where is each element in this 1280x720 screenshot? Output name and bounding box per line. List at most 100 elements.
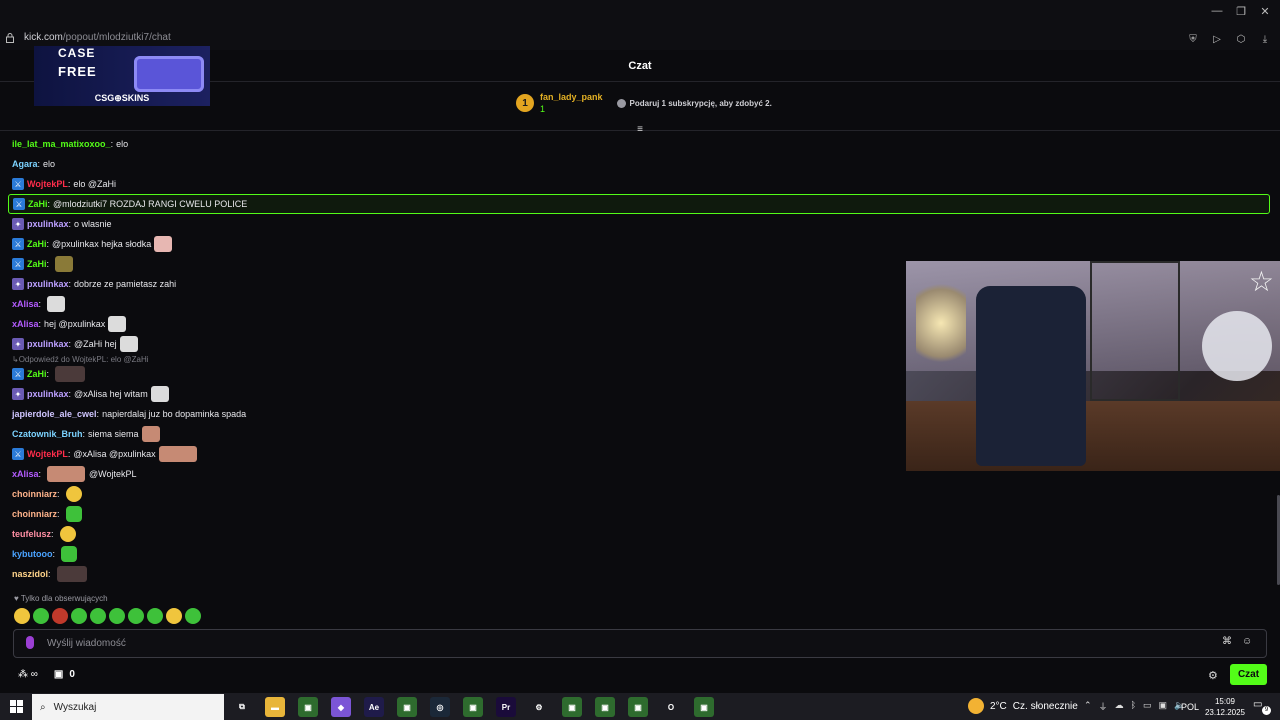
shield-icon[interactable]: ⛨ xyxy=(1186,32,1200,46)
chat-username[interactable]: WojtekPL xyxy=(27,179,68,189)
close-icon[interactable]: ✕ xyxy=(1258,4,1272,18)
settings-app-icon[interactable]: ⚙ xyxy=(529,697,549,717)
settings-gear-icon[interactable]: ⚙ xyxy=(1208,669,1218,682)
after-effects-app-icon[interactable]: Ae xyxy=(364,697,384,717)
send-chat-button[interactable]: Czat xyxy=(1230,664,1267,685)
chat-username[interactable]: ile_lat_ma_matixoxoo_ xyxy=(12,139,111,149)
moderator-badge-icon[interactable]: ⚔ xyxy=(12,178,24,190)
language-indicator[interactable]: POL xyxy=(1181,702,1199,712)
url-bar[interactable]: kick.com/popout/mlodziutki7/chat xyxy=(24,32,171,43)
ad-banner[interactable]: CASE FREE CSG⊕SKINS xyxy=(34,46,210,106)
quick-emote-icon[interactable] xyxy=(166,608,182,624)
network-icon[interactable]: ▣ xyxy=(1158,700,1167,713)
emote-icon[interactable] xyxy=(158,446,197,462)
bluetooth-icon[interactable]: ᛒ xyxy=(1131,700,1136,713)
chat-username[interactable]: choinniarz xyxy=(12,509,57,519)
app-app-icon[interactable]: ▣ xyxy=(562,697,582,717)
chat-username[interactable]: Czatownik_Bruh xyxy=(12,429,83,439)
weather-widget[interactable]: 2°C Cz. słonecznie xyxy=(968,698,1078,714)
moderator-badge-icon[interactable]: ⚔ xyxy=(13,198,25,210)
quick-emote-icon[interactable] xyxy=(185,608,201,624)
usb-icon[interactable]: ⏚ xyxy=(1099,700,1108,713)
quick-emote-icon[interactable] xyxy=(33,608,49,624)
opera-app-icon[interactable]: O xyxy=(661,697,681,717)
quick-emote-icon[interactable] xyxy=(128,608,144,624)
emote-icon[interactable] xyxy=(56,566,87,582)
gift-sub-prompt[interactable]: Podaruj 1 subskrypcję, aby zdobyć 2. xyxy=(616,98,772,108)
windows-start-icon[interactable] xyxy=(10,700,23,713)
emote-icon[interactable] xyxy=(141,426,160,442)
subscriber-badge-icon[interactable]: ✦ xyxy=(12,388,24,400)
quick-emote-icon[interactable] xyxy=(52,608,68,624)
app-app-icon[interactable]: ▣ xyxy=(397,697,417,717)
extensions-icon[interactable]: ⬡ xyxy=(1234,32,1248,46)
app-app-icon[interactable]: ▣ xyxy=(628,697,648,717)
task-view-app-icon[interactable]: ⧉ xyxy=(232,697,252,717)
battery-icon[interactable]: ▭ xyxy=(1143,700,1152,713)
minimize-icon[interactable]: — xyxy=(1210,4,1224,18)
moderator-badge-icon[interactable]: ⚔ xyxy=(12,258,24,270)
chat-username[interactable]: pxulinkax xyxy=(27,389,69,399)
chat-username[interactable]: WojtekPL xyxy=(27,449,68,459)
app-app-icon[interactable]: ▣ xyxy=(298,697,318,717)
chevron-up-icon[interactable]: ⌃ xyxy=(1084,700,1092,713)
obsidian-app-icon[interactable]: ◆ xyxy=(331,697,351,717)
chat-username[interactable]: ZaHi xyxy=(27,369,47,379)
infinity-icon[interactable]: ⁂ ∞ xyxy=(18,669,38,680)
chat-username[interactable]: pxulinkax xyxy=(27,339,69,349)
emote-icon[interactable] xyxy=(55,366,86,382)
quick-emote-icon[interactable] xyxy=(71,608,87,624)
emote-icon[interactable] xyxy=(47,466,86,482)
quick-emote-icon[interactable] xyxy=(14,608,30,624)
chat-username[interactable]: pxulinkax xyxy=(27,279,69,289)
emoji-icon[interactable]: ☺ xyxy=(1242,636,1252,647)
subscriber-badge-icon[interactable]: ✦ xyxy=(12,278,24,290)
app-app-icon[interactable]: ▣ xyxy=(694,697,714,717)
emote-icon[interactable] xyxy=(154,236,173,252)
taskbar-search[interactable]: ⌕ Wyszukaj xyxy=(32,694,224,720)
chat-username[interactable]: ZaHi xyxy=(27,239,47,249)
app-app-icon[interactable]: ▣ xyxy=(595,697,615,717)
stream-video-overlay[interactable]: ☆ xyxy=(906,261,1280,471)
emote-icon[interactable] xyxy=(59,526,76,542)
chat-message-input[interactable] xyxy=(47,636,1207,650)
taskbar-clock[interactable]: 15:09 23.12.2025 xyxy=(1200,696,1250,718)
subscriber-badge-icon[interactable]: ✦ xyxy=(12,338,24,350)
emote-icon[interactable] xyxy=(65,486,82,502)
notification-icon[interactable]: ▭ 9 xyxy=(1253,699,1271,715)
microphone-icon[interactable] xyxy=(26,636,34,649)
quick-emote-icon[interactable] xyxy=(147,608,163,624)
chat-username[interactable]: xAlisa xyxy=(12,319,39,329)
chat-username[interactable]: ZaHi xyxy=(27,259,47,269)
chat-username[interactable]: teufelusz xyxy=(12,529,51,539)
cloud-icon[interactable]: ☁ xyxy=(1115,700,1124,713)
play-icon[interactable]: ▷ xyxy=(1210,32,1224,46)
file-explorer-app-icon[interactable]: ▬ xyxy=(265,697,285,717)
chat-username[interactable]: Agara xyxy=(12,159,38,169)
subscriber-badge-icon[interactable]: ✦ xyxy=(12,218,24,230)
emote-icon[interactable] xyxy=(150,386,169,402)
download-icon[interactable]: ⤓ xyxy=(1258,32,1272,46)
chat-username[interactable]: kybutooo xyxy=(12,549,53,559)
steam-app-icon[interactable]: ◎ xyxy=(430,697,450,717)
emote-icon[interactable] xyxy=(55,256,74,272)
channel-points[interactable]: ▣ 0 xyxy=(54,669,75,680)
chat-username[interactable]: japierdole_ale_cwel xyxy=(12,409,97,419)
moderator-badge-icon[interactable]: ⚔ xyxy=(12,368,24,380)
emote-icon[interactable] xyxy=(65,506,82,522)
top-gifter-username[interactable]: fan_lady_pank xyxy=(540,91,603,103)
chat-username[interactable]: ZaHi xyxy=(28,199,48,209)
emote-icon[interactable] xyxy=(61,546,78,562)
chat-username[interactable]: naszidol xyxy=(12,569,48,579)
emote-icon[interactable] xyxy=(119,336,138,352)
quick-emote-icon[interactable] xyxy=(109,608,125,624)
chat-username[interactable]: xAlisa xyxy=(12,299,39,309)
quick-emote-icon[interactable] xyxy=(90,608,106,624)
emote-icon[interactable] xyxy=(108,316,127,332)
moderator-badge-icon[interactable]: ⚔ xyxy=(12,238,24,250)
restore-icon[interactable]: ❐ xyxy=(1234,4,1248,18)
app-app-icon[interactable]: ▣ xyxy=(463,697,483,717)
emote-icon[interactable] xyxy=(47,296,66,312)
premiere-app-icon[interactable]: Pr xyxy=(496,697,516,717)
commands-icon[interactable]: ⌘ xyxy=(1222,636,1232,647)
